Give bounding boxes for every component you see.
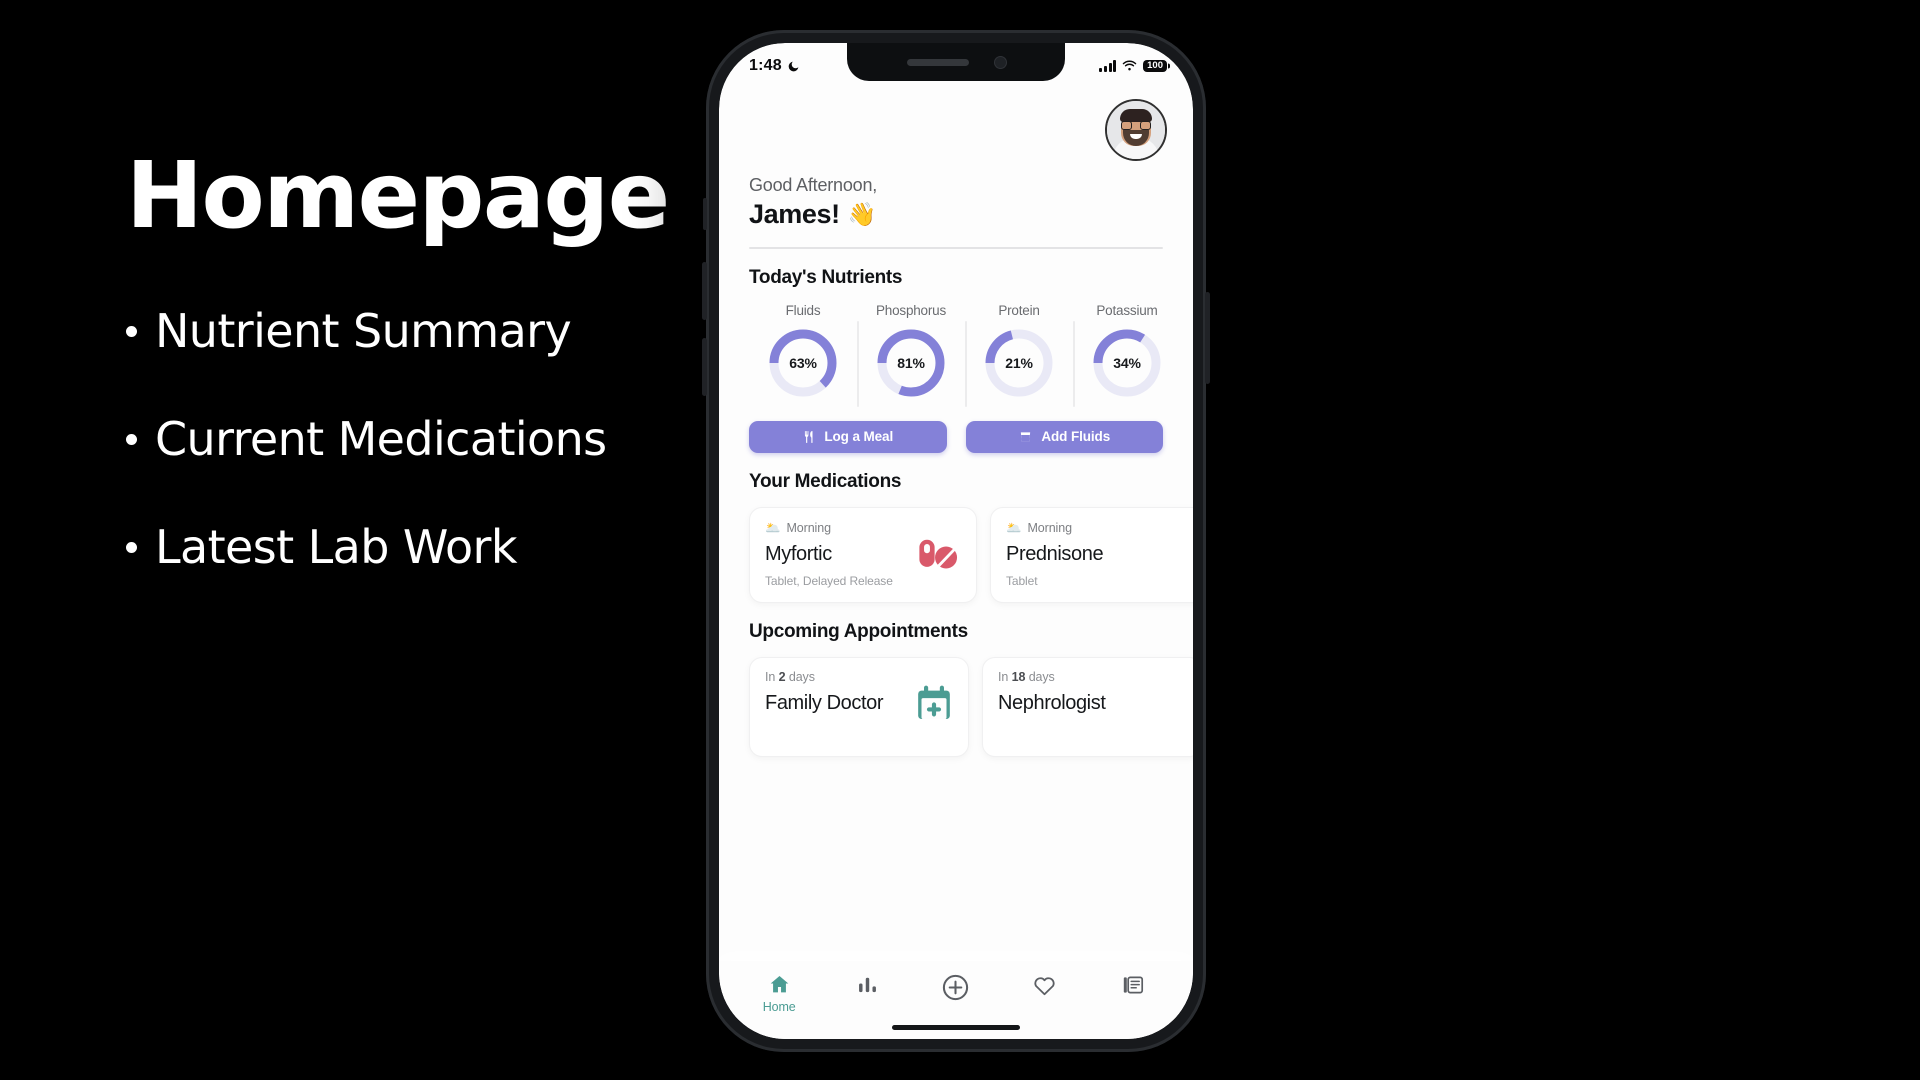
- volume-down-button[interactable]: [702, 338, 707, 396]
- nutrient-value: 81%: [897, 354, 925, 371]
- avatar[interactable]: [1105, 99, 1167, 161]
- when-suffix: days: [788, 669, 815, 684]
- crescent-moon-icon: [788, 61, 799, 71]
- medication-time-row: 🌥️ Morning: [1006, 521, 1193, 536]
- status-indicators: 100: [1099, 59, 1167, 73]
- feature-label: Nutrient Summary: [155, 304, 572, 358]
- greeting-text: Good Afternoon,: [749, 175, 878, 195]
- volume-up-button[interactable]: [702, 262, 707, 320]
- phone-mockup: 1:48 100 Good Afternoon, James! 👋 Today'…: [702, 30, 1210, 1052]
- quick-actions: Log a Meal Add Fluids: [719, 399, 1193, 453]
- progress-ring: 63%: [767, 327, 839, 399]
- wifi-icon: [1122, 60, 1137, 71]
- bullet-icon: [126, 433, 137, 445]
- screen-body: Good Afternoon, James! 👋 Today's Nutrien…: [719, 83, 1193, 1039]
- nutrient-label: Potassium: [1096, 302, 1158, 318]
- plus-circle-icon: [943, 974, 969, 1001]
- article-icon: [1123, 976, 1143, 994]
- button-label: Log a Meal: [824, 429, 894, 444]
- slide-canvas: Homepage Nutrient Summary Current Medica…: [0, 0, 1920, 1080]
- medication-form: Tablet: [1006, 573, 1038, 588]
- log-a-meal-button[interactable]: Log a Meal: [749, 420, 947, 453]
- greeting-block: Good Afternoon, James! 👋: [719, 161, 1193, 230]
- cellular-bars-icon: [1099, 60, 1117, 72]
- user-name: James!: [749, 199, 840, 229]
- nutrient-value: 21%: [1005, 354, 1033, 371]
- when-value: 18: [1011, 669, 1026, 684]
- fork-knife-icon: [802, 430, 816, 444]
- waving-hand-icon: 👋: [847, 201, 877, 227]
- appointments-list[interactable]: In 2 days Family Doctor In 18 days Nephr…: [719, 643, 1193, 757]
- medication-card[interactable]: 🌥️ Morning Prednisone Tablet: [990, 506, 1193, 603]
- bullet-icon: [126, 541, 137, 553]
- home-icon: [770, 975, 789, 993]
- nutrient-item-fluids[interactable]: Fluids 63%: [749, 303, 857, 399]
- nutrient-label: Phosphorus: [875, 302, 947, 318]
- progress-ring: 34%: [1091, 327, 1163, 399]
- battery-indicator: 100: [1143, 59, 1167, 73]
- appointment-when: In 18 days: [998, 670, 1186, 684]
- feature-label: Latest Lab Work: [155, 520, 518, 574]
- tab-add[interactable]: [925, 973, 987, 1002]
- status-time-group: 1:48: [749, 57, 800, 75]
- home-indicator[interactable]: [892, 1025, 1020, 1030]
- calendar-plus-icon: [914, 684, 954, 729]
- sun-behind-cloud-icon: 🌥️: [765, 520, 781, 535]
- bullet-icon: [126, 325, 137, 337]
- medication-time: Morning: [786, 521, 831, 535]
- section-title-nutrients: Today's Nutrients: [749, 266, 903, 288]
- medication-name: Prednisone: [1006, 542, 1104, 565]
- progress-ring: 81%: [875, 327, 947, 399]
- when-prefix: In: [765, 669, 776, 684]
- medication-time: Morning: [1027, 521, 1072, 535]
- nutrient-item-potassium[interactable]: Potassium 34%: [1073, 302, 1181, 407]
- section-title-appointments: Upcoming Appointments: [749, 620, 968, 642]
- tab-favorites[interactable]: [1013, 973, 1075, 998]
- pills-icon: [916, 536, 960, 575]
- status-time: 1:48: [749, 57, 782, 74]
- medication-time-row: 🌥️ Morning: [765, 521, 961, 536]
- add-fluids-button[interactable]: Add Fluids: [965, 420, 1163, 453]
- medication-card[interactable]: 🌥️ Morning Myfortic Tablet, Delayed Rele…: [749, 506, 977, 603]
- nutrient-summary: Fluids 63% Phosphorus 81% Protein 21% Po…: [719, 289, 1193, 407]
- tab-records[interactable]: [1102, 973, 1164, 997]
- app-header: [719, 83, 1193, 161]
- status-bar: 1:48 100: [719, 43, 1193, 83]
- sun-behind-cloud-icon: 🌥️: [1006, 520, 1022, 535]
- nutrient-label: Protein: [998, 302, 1040, 318]
- drinking-glass-icon: [1018, 430, 1033, 444]
- nutrient-value: 63%: [789, 354, 817, 371]
- nutrient-item-protein[interactable]: Protein 21%: [965, 302, 1073, 407]
- user-name-row: James! 👋: [749, 199, 1163, 230]
- tab-home[interactable]: Home: [748, 973, 810, 1014]
- power-button[interactable]: [1205, 292, 1210, 384]
- tab-stats[interactable]: [837, 973, 899, 996]
- button-label: Add Fluids: [1041, 429, 1111, 444]
- appointment-title: Nephrologist: [998, 691, 1106, 714]
- tab-label-home: Home: [762, 1000, 796, 1014]
- medication-form: Tablet, Delayed Release: [765, 573, 893, 588]
- heart-icon: [1034, 977, 1055, 996]
- app-screen: 1:48 100 Good Afternoon, James! 👋 Today'…: [719, 43, 1193, 1039]
- silence-switch[interactable]: [703, 198, 707, 230]
- section-title-medications: Your Medications: [749, 470, 902, 492]
- appointment-card[interactable]: In 2 days Family Doctor: [749, 656, 969, 757]
- nutrient-value: 34%: [1113, 354, 1141, 371]
- phone-bezel: 1:48 100 Good Afternoon, James! 👋 Today'…: [719, 43, 1193, 1039]
- feature-label: Current Medications: [155, 412, 607, 466]
- when-prefix: In: [998, 669, 1009, 684]
- bar-chart-icon: [859, 977, 877, 993]
- when-suffix: days: [1028, 669, 1055, 684]
- nutrient-item-phosphorus[interactable]: Phosphorus 81%: [857, 302, 965, 407]
- nutrient-label: Fluids: [785, 302, 821, 318]
- appointment-card[interactable]: In 18 days Nephrologist: [982, 656, 1193, 757]
- appointment-when: In 2 days: [765, 670, 953, 684]
- progress-ring: 21%: [983, 327, 1055, 399]
- when-value: 2: [778, 669, 786, 684]
- medications-list[interactable]: 🌥️ Morning Myfortic Tablet, Delayed Rele…: [719, 493, 1193, 603]
